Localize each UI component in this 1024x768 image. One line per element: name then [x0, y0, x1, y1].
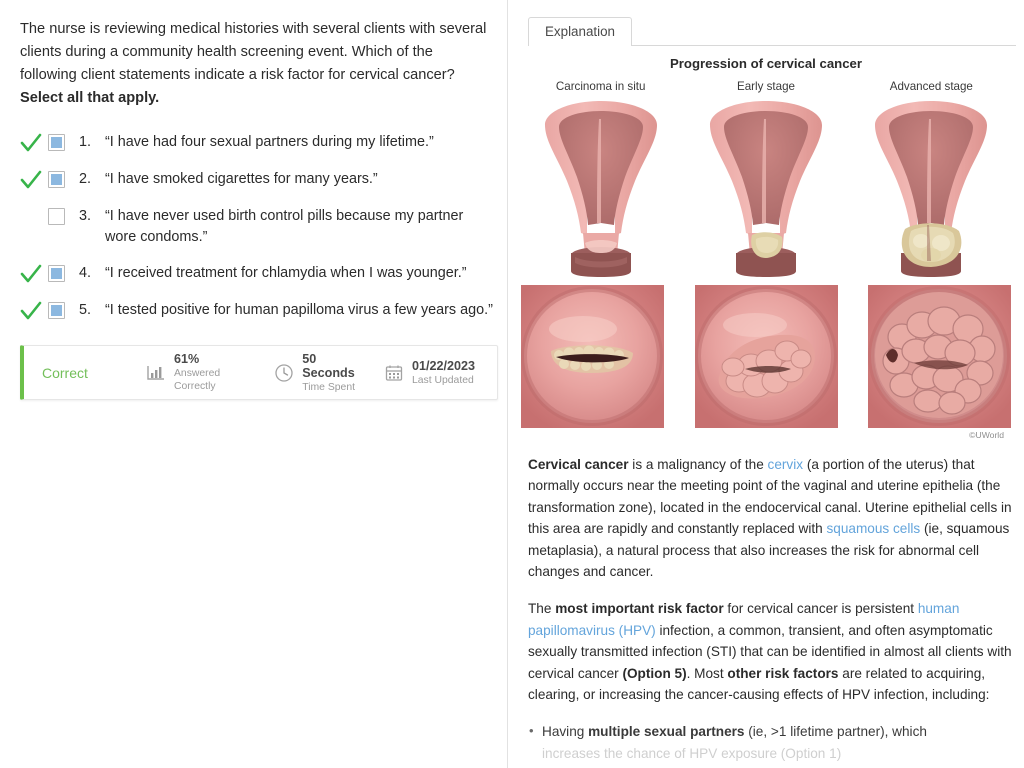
option-checkbox[interactable]: [48, 302, 65, 319]
question-panel: The nurse is reviewing medical histories…: [0, 0, 508, 768]
emphasis-text: multiple sexual partners: [588, 724, 745, 740]
calendar-icon: [384, 363, 404, 383]
cervix-photo-carcinoma-in-situ: [521, 285, 664, 428]
stage-label-2: Advanced stage: [889, 80, 973, 93]
cervix-photo-row: [518, 285, 1014, 428]
option-number: 1.: [79, 134, 92, 150]
answer-option-4[interactable]: 4. “I received treatment for chlamydia wh…: [20, 263, 493, 285]
option-text: “I have had four sexual partners during …: [105, 134, 434, 150]
correct-check-icon: [20, 169, 46, 191]
correct-check-icon: [20, 300, 46, 322]
option-number: 3.: [79, 208, 92, 224]
option-checkbox[interactable]: [48, 208, 65, 225]
stat-value: 50 Seconds: [302, 351, 355, 380]
uterus-illustration-icon: [544, 101, 657, 277]
emphasis-text: Cervical cancer: [528, 457, 629, 472]
cervix-photo-advanced-stage: [868, 285, 1011, 428]
option-text: “I have smoked cigarettes for many years…: [105, 171, 378, 187]
uterus-illustration-icon: [709, 101, 822, 277]
uterus-diagram-carcinoma-in-situ: [519, 95, 683, 281]
stat-bar-chart: 61% Answered Correctly: [146, 352, 252, 393]
tab-bar: Explanation: [508, 0, 1024, 47]
option-checkbox[interactable]: [48, 171, 65, 188]
correct-check-icon: [20, 206, 46, 228]
question-stats-bar: Correct 61% Answered Correctly 50 Seconds T…: [20, 345, 498, 400]
inline-link[interactable]: squamous cells: [826, 521, 920, 536]
explanation-paragraph-1: Cervical cancer is a malignancy of the c…: [528, 454, 1014, 582]
answer-option-1[interactable]: 1. “I have had four sexual partners durin…: [20, 132, 493, 154]
option-number: 5.: [79, 302, 92, 318]
cut-off-text: increases the chance of HPV exposure (Op…: [542, 745, 842, 761]
stat-value: 61%: [174, 352, 200, 366]
stat-label: Answered Correctly: [174, 368, 221, 392]
uterus-diagram-early-stage: [684, 95, 848, 281]
figure-stage-labels: Carcinoma in situ Early stage Advanced s…: [518, 80, 1014, 93]
question-stem-text: The nurse is reviewing medical histories…: [20, 21, 487, 83]
tab-explanation[interactable]: Explanation: [528, 17, 632, 47]
option-checkbox[interactable]: [48, 265, 65, 282]
stat-text: 61% Answered Correctly: [174, 352, 252, 393]
uterus-diagram-row: [518, 95, 1014, 281]
stat-value: 01/22/2023: [411, 358, 475, 373]
stat-text: 50 Seconds Time Spent: [302, 352, 362, 394]
stage-label-0: Carcinoma in situ: [555, 80, 646, 93]
explanation-text: Cervical cancer is a malignancy of the c…: [508, 440, 1024, 764]
risk-factor-bullet-list: Having multiple sexual partners (ie, >1 …: [528, 720, 1014, 764]
answer-option-3[interactable]: 3. “I have never used birth control pills…: [20, 206, 493, 248]
cervix-photo-early-stage: [694, 285, 838, 428]
figure-progression-of-cervical-cancer: Progression of cervical cancer Carcinoma…: [508, 46, 1024, 440]
explanation-paragraph-2: The most important risk factor for cervi…: [528, 598, 1014, 705]
body-text: (ie, >1 lifetime partner), which: [744, 724, 927, 740]
bar-chart-icon: [146, 363, 166, 383]
option-text: “I have never used birth control pills b…: [105, 208, 464, 245]
option-number: 4.: [79, 265, 92, 281]
answer-option-5[interactable]: 5. “I tested positive for human papilloma…: [20, 300, 493, 322]
stage-label-1: Early stage: [736, 80, 795, 93]
emphasis-text: most important risk factor: [555, 601, 724, 617]
inline-link[interactable]: cervix: [768, 457, 804, 472]
explanation-panel: Explanation Progression of cervical canc…: [508, 0, 1024, 768]
stats-items: 61% Answered Correctly 50 Seconds Time Spen…: [146, 352, 497, 394]
figure-copyright: ©UWorld: [969, 430, 1004, 440]
body-text: Having: [542, 724, 589, 740]
option-checkbox[interactable]: [48, 134, 65, 151]
answer-option-2[interactable]: 2. “I have smoked cigarettes for many yea…: [20, 169, 493, 191]
figure-title: Progression of cervical cancer: [669, 56, 863, 71]
uterus-diagram-advanced-stage: [849, 95, 1013, 281]
question-stem-emphasis: Select all that apply.: [20, 90, 160, 106]
stat-calendar: 01/22/2023 Last Updated: [384, 359, 475, 387]
question-stem: The nurse is reviewing medical histories…: [20, 18, 490, 110]
correct-check-icon: [20, 263, 46, 285]
emphasis-text: other risk factors: [727, 665, 839, 681]
body-text: . Most: [686, 665, 728, 681]
question-review-screen: The nurse is reviewing medical histories…: [0, 0, 1024, 768]
option-number: 2.: [79, 171, 92, 187]
option-text: “I received treatment for chlamydia when…: [105, 265, 467, 281]
option-text: “I tested positive for human papilloma v…: [105, 302, 493, 318]
body-text: The: [528, 601, 556, 617]
stat-clock: 50 Seconds Time Spent: [274, 352, 362, 394]
uterus-illustration-icon: [875, 101, 988, 277]
body-text: for cervical cancer is persistent: [723, 601, 918, 617]
emphasis-text: (Option 5): [622, 665, 687, 681]
clock-icon: [274, 363, 294, 383]
risk-factor-bullet: Having multiple sexual partners (ie, >1 …: [528, 720, 1014, 764]
correct-check-icon: [20, 132, 46, 154]
body-text: is a malignancy of the: [628, 457, 768, 472]
stat-label: Last Updated: [411, 374, 474, 386]
answer-options-list: 1. “I have had four sexual partners durin…: [20, 132, 493, 322]
stat-text: 01/22/2023 Last Updated: [412, 359, 475, 387]
stat-label: Time Spent: [302, 381, 355, 393]
verdict-label: Correct: [42, 364, 88, 381]
